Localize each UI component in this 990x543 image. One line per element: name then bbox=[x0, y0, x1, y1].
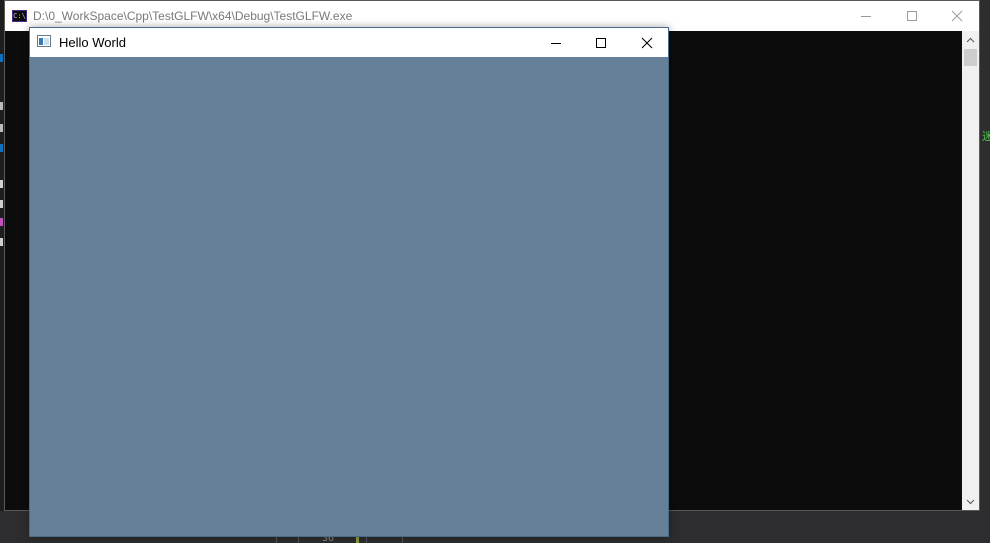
glfw-titlebar[interactable]: Hello World bbox=[30, 28, 668, 57]
close-icon bbox=[951, 10, 963, 22]
console-close-button[interactable] bbox=[934, 1, 980, 31]
ide-marker bbox=[0, 218, 3, 226]
ide-marker bbox=[0, 238, 3, 246]
chevron-down-icon bbox=[966, 499, 975, 504]
glfw-close-button[interactable] bbox=[624, 28, 670, 57]
scroll-thumb[interactable] bbox=[964, 49, 977, 66]
scroll-up-button[interactable] bbox=[962, 31, 979, 48]
ide-marker bbox=[0, 200, 3, 208]
ide-marker bbox=[0, 102, 3, 110]
app-window-icon[interactable] bbox=[37, 35, 51, 47]
ide-marker bbox=[0, 54, 3, 62]
ide-marker bbox=[0, 180, 3, 188]
console-title: D:\0_WorkSpace\Cpp\TestGLFW\x64\Debug\Te… bbox=[33, 9, 353, 23]
glfw-render-canvas[interactable] bbox=[30, 57, 668, 536]
scroll-down-button[interactable] bbox=[962, 493, 979, 510]
chevron-up-icon bbox=[966, 37, 975, 42]
ide-status-glyph: 迷 bbox=[982, 131, 990, 143]
console-maximize-button[interactable] bbox=[889, 1, 935, 31]
glfw-window[interactable]: Hello World bbox=[29, 27, 669, 537]
console-icon-label: C:\ bbox=[13, 12, 26, 20]
minimize-icon bbox=[551, 42, 561, 44]
maximize-icon bbox=[596, 37, 606, 48]
glfw-window-title: Hello World bbox=[59, 35, 126, 50]
console-scrollbar[interactable] bbox=[962, 31, 979, 510]
glfw-minimize-button[interactable] bbox=[533, 28, 579, 57]
minimize-icon bbox=[861, 16, 871, 17]
maximize-icon bbox=[907, 11, 917, 21]
desktop: 36 迷 C:\ D:\0_WorkSpace\Cpp\TestGLFW\x64… bbox=[0, 0, 990, 543]
ide-marker bbox=[0, 144, 3, 152]
close-icon bbox=[641, 37, 653, 48]
console-icon[interactable]: C:\ bbox=[12, 10, 27, 22]
glfw-maximize-button[interactable] bbox=[578, 28, 624, 57]
console-minimize-button[interactable] bbox=[843, 1, 889, 31]
ide-marker bbox=[0, 124, 3, 132]
